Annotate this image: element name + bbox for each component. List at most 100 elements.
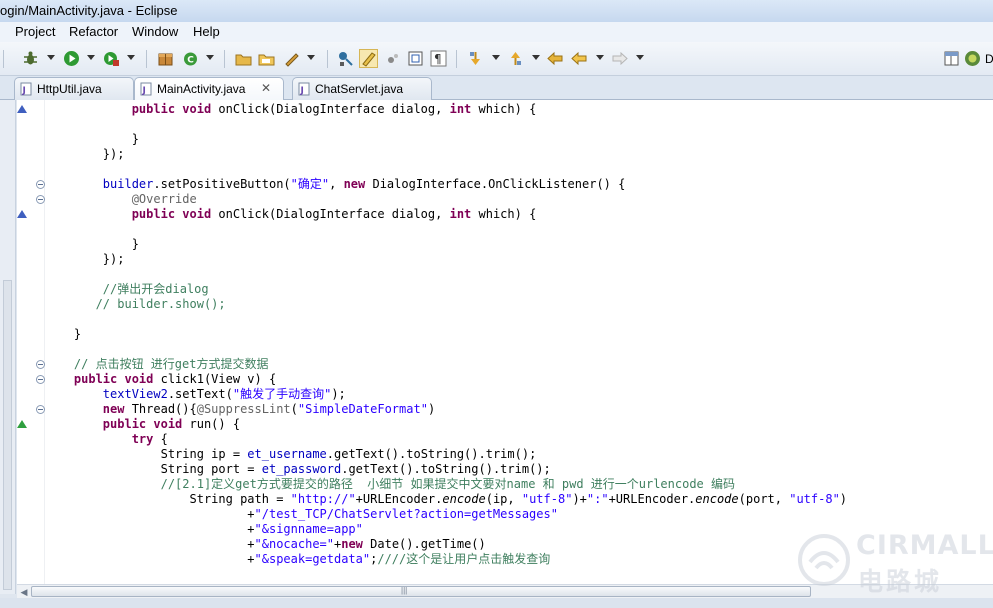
toolbar-separator (224, 50, 225, 68)
implements-marker-icon[interactable] (17, 420, 27, 428)
code-line: public void onClick(DialogInterface dial… (45, 207, 537, 221)
annotation-ruler (17, 100, 45, 584)
back-dropdown-icon[interactable] (596, 55, 604, 60)
last-edit-location-icon[interactable] (547, 50, 564, 67)
code-line: textView2.setText("触发了手动查询"); (102, 387, 346, 401)
code-line: }); (45, 252, 125, 266)
code-line: } (45, 237, 139, 251)
search-tool-icon[interactable] (283, 50, 300, 67)
tab-label: HttpUtil.java (37, 82, 102, 96)
watermark-subtitle: 电路城 (858, 567, 943, 596)
code-editor[interactable]: public void onClick(DialogInterface dial… (17, 100, 993, 584)
eclipse-window: ogin/MainActivity.java - Eclipse Project… (0, 0, 993, 608)
fold-toggle-icon[interactable] (36, 375, 45, 384)
close-tab-icon[interactable]: ✕ (261, 81, 271, 95)
code-line: String ip = et_username.getText().toStri… (45, 447, 537, 461)
code-line: String port = et_password.getText().toSt… (45, 462, 551, 476)
external-tools-dropdown-icon[interactable] (127, 55, 135, 60)
toolbar-separator (146, 50, 147, 68)
show-whitespace-icon[interactable] (407, 50, 424, 67)
svg-text:J: J (300, 86, 304, 96)
svg-text:J: J (22, 86, 26, 96)
ddms-perspective-icon[interactable] (964, 50, 981, 67)
menu-bar: Project Refactor Window Help (0, 22, 993, 42)
debug-icon[interactable] (22, 50, 39, 67)
new-package-icon[interactable] (157, 50, 174, 67)
code-line: //[2.1]定义get方式要提交的路径 小细节 如果提交中文要对name 和 … (45, 477, 736, 491)
previous-annotation-icon[interactable] (507, 50, 524, 67)
main-toolbar: C ¶ D (0, 42, 993, 76)
mark-occurrences-icon[interactable] (359, 49, 378, 68)
toggle-breadcrumb-icon[interactable] (337, 50, 354, 67)
external-tools-icon[interactable] (103, 50, 120, 67)
code-line: +"&speak=getdata";////这个是让用户点击触发查询 (45, 552, 551, 566)
open-folder-icon[interactable] (258, 50, 275, 67)
next-annotation-dropdown-icon[interactable] (492, 55, 500, 60)
outer-left-gutter (0, 100, 16, 594)
menu-help[interactable]: Help (193, 24, 220, 39)
tab-httputil[interactable]: J HttpUtil.java (14, 77, 134, 100)
open-perspective-icon[interactable] (943, 50, 960, 67)
title-bar: ogin/MainActivity.java - Eclipse (0, 0, 993, 22)
code-line: //弹出开会dialog (45, 282, 209, 296)
window-title: ogin/MainActivity.java - Eclipse (0, 3, 178, 18)
menu-window[interactable]: Window (132, 24, 178, 39)
run-icon[interactable] (63, 50, 80, 67)
code-line: public void run() { (45, 417, 241, 431)
override-marker-icon[interactable] (17, 210, 27, 218)
debug-dropdown-icon[interactable] (47, 55, 55, 60)
code-line: try { (45, 432, 168, 446)
vertical-scroll-track[interactable] (3, 280, 12, 590)
tab-chatservlet[interactable]: J ChatServlet.java (292, 77, 432, 100)
toolbar-separator (327, 50, 328, 68)
previous-annotation-dropdown-icon[interactable] (532, 55, 540, 60)
new-class-dropdown-icon[interactable] (206, 55, 214, 60)
next-annotation-icon[interactable] (467, 50, 484, 67)
svg-text:J: J (142, 86, 146, 96)
code-line: +"&nocache="+new Date().getTime() (45, 537, 486, 551)
code-line: +"&signname=app" (45, 522, 363, 536)
scroll-left-icon[interactable]: ◀ (17, 585, 31, 599)
back-arrow-icon[interactable] (571, 50, 588, 67)
code-line: String path = "http://"+URLEncoder.encod… (45, 492, 848, 506)
code-line: builder.setPositiveButton("确定", new Dial… (102, 177, 626, 191)
java-file-icon: J (140, 82, 153, 96)
forward-dropdown-icon[interactable] (636, 55, 644, 60)
menu-project[interactable]: Project (15, 24, 55, 39)
code-line: +"/test_TCP/ChatServlet?action=getMessag… (45, 507, 558, 521)
code-line: }); (45, 147, 125, 161)
fold-toggle-icon[interactable] (36, 195, 45, 204)
code-line: public void click1(View v) { (45, 372, 277, 386)
menu-refactor[interactable]: Refactor (69, 24, 118, 39)
pilcrow-icon[interactable]: ¶ (430, 50, 447, 67)
tab-mainactivity[interactable]: J MainActivity.java ✕ (134, 77, 284, 101)
fold-toggle-icon[interactable] (36, 360, 45, 369)
override-marker-icon[interactable] (17, 105, 27, 113)
code-line: new Thread(){@SuppressLint("SimpleDateFo… (45, 402, 436, 416)
svg-text:C: C (187, 56, 194, 66)
new-class-icon[interactable]: C (182, 50, 199, 67)
code-area[interactable]: public void onClick(DialogInterface dial… (45, 100, 993, 584)
code-line: // builder.show(); (45, 297, 226, 311)
code-line: } (45, 132, 139, 146)
code-line: } (45, 327, 82, 341)
block-selection-icon[interactable] (385, 50, 402, 67)
fold-toggle-icon[interactable] (36, 180, 45, 189)
java-file-icon: J (298, 82, 311, 96)
code-line: public void onClick(DialogInterface dial… (45, 102, 537, 116)
scroll-thumb[interactable] (31, 586, 811, 597)
run-dropdown-icon[interactable] (87, 55, 95, 60)
toolbar-separator (3, 50, 4, 68)
watermark: CIRMALL 电路城 (796, 528, 993, 596)
search-dropdown-icon[interactable] (307, 55, 315, 60)
tab-label: ChatServlet.java (315, 82, 404, 96)
forward-arrow-icon[interactable] (611, 50, 628, 67)
toolbar-separator (456, 50, 457, 68)
status-bar (0, 598, 993, 608)
fold-toggle-icon[interactable] (36, 405, 45, 414)
perspective-label[interactable]: D (985, 52, 993, 66)
svg-text:¶: ¶ (434, 52, 442, 66)
code-line: // 点击按钮 进行get方式提交数据 (45, 357, 269, 371)
scroll-grip-icon: ||| (401, 586, 408, 595)
open-type-icon[interactable] (235, 50, 252, 67)
